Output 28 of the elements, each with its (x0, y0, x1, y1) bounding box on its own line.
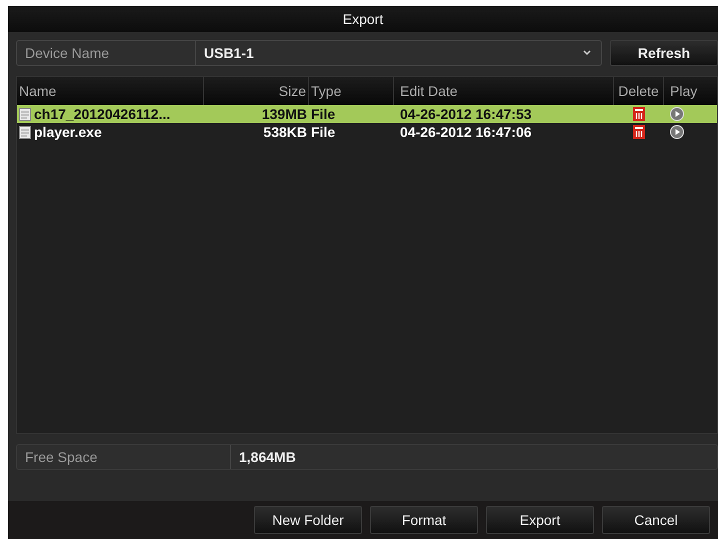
device-name-label: Device Name (17, 41, 196, 65)
file-row[interactable]: player.exe 538KB File 04-26-2012 16:47:06 (17, 123, 717, 141)
file-date: 04-26-2012 16:47:53 (399, 106, 533, 122)
file-row[interactable]: ch17_20120426112... 139MB File 04-26-2012 16:47:53 (17, 105, 717, 123)
action-button[interactable]: New Folder (254, 506, 362, 534)
file-size: 139MB (260, 106, 308, 122)
file-type: File (310, 106, 336, 122)
trash-icon[interactable] (633, 107, 645, 121)
file-date: 04-26-2012 16:47:06 (399, 124, 533, 140)
free-space-label: Free Space (17, 445, 231, 469)
refresh-button[interactable]: Refresh (610, 40, 718, 66)
file-name: player.exe (34, 124, 102, 140)
action-button[interactable]: Format (370, 506, 478, 534)
caret-icon (583, 50, 591, 56)
trash-icon[interactable] (633, 125, 645, 139)
file-size: 538KB (262, 124, 308, 140)
free-space-value: 1,864MB (238, 449, 297, 465)
device-name-field[interactable]: Device Name USB1-1 (16, 40, 602, 66)
file-icon (19, 108, 31, 120)
window-title: Export (8, 6, 718, 32)
play-icon[interactable] (670, 125, 684, 139)
file-name: ch17_20120426112... (34, 106, 170, 122)
file-icon (19, 126, 31, 138)
file-type: File (310, 124, 336, 140)
action-button[interactable]: Export (486, 506, 594, 534)
column-header: Play (669, 82, 698, 101)
action-button[interactable]: Cancel (602, 506, 710, 534)
device-value: USB1-1 (203, 45, 255, 61)
